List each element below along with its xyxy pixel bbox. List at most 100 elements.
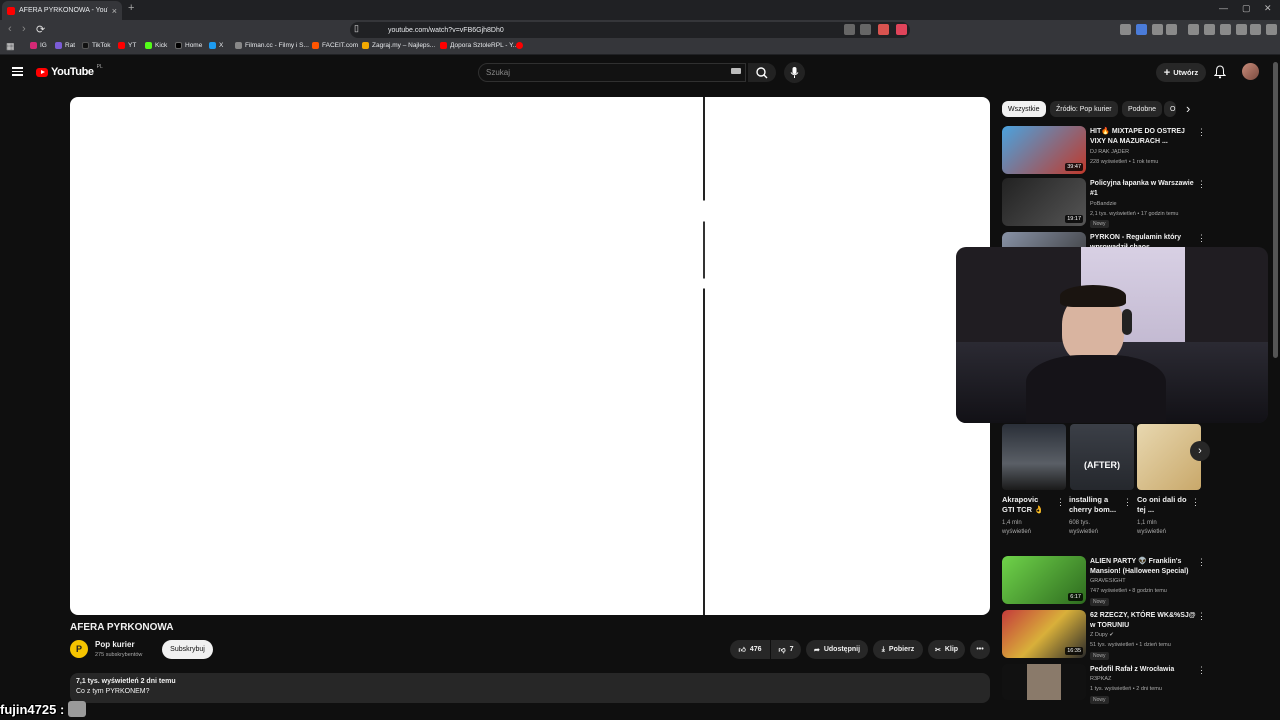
more-options-icon[interactable]: ⋮ <box>1123 497 1132 508</box>
apps-grid-icon[interactable]: ▦ <box>6 41 15 52</box>
chip-source[interactable]: Źródło: Pop kurier <box>1050 101 1118 117</box>
more-actions-button[interactable]: ••• <box>970 640 990 659</box>
bookmark-filman[interactable]: Filman.cc - Filmy i S... <box>235 42 309 49</box>
wallet-icon[interactable] <box>1250 24 1261 35</box>
subscribe-button[interactable]: Subskrybuj <box>162 640 213 659</box>
download-button[interactable]: ⤓ Pobierz <box>873 640 923 659</box>
clip-button[interactable]: ✂ Klip <box>928 640 965 659</box>
back-icon[interactable]: ‹ <box>8 23 12 35</box>
page-scrollbar[interactable] <box>1273 62 1278 358</box>
recommendation-title[interactable]: Policyjna łapanka w Warszawie #1 <box>1090 179 1196 198</box>
brave-shield-icon[interactable] <box>878 24 889 35</box>
menu-icon[interactable] <box>1266 24 1277 35</box>
dislike-count: 7 <box>789 646 794 653</box>
more-options-icon[interactable]: ⋮ <box>1056 497 1065 508</box>
extension-icon[interactable] <box>1152 24 1163 35</box>
new-badge: Nowy <box>1090 598 1109 606</box>
youtube-logo[interactable]: YouTube PL <box>36 64 103 78</box>
extension-icon[interactable] <box>1236 24 1247 35</box>
keyboard-icon[interactable] <box>731 68 741 74</box>
bookmark-x[interactable]: X <box>209 42 223 49</box>
translate-icon <box>209 42 216 49</box>
video-thumbnail[interactable] <box>1002 664 1086 700</box>
extension-icon[interactable] <box>1120 24 1131 35</box>
short-title[interactable]: Co oni dali do tej ... <box>1137 495 1187 515</box>
short-thumbnail[interactable] <box>1002 424 1066 490</box>
chip-more[interactable]: O <box>1164 101 1176 117</box>
video-player[interactable] <box>70 97 990 615</box>
recommendation-title[interactable]: 62 RZECZY, KTÓRE WK&%SJ@ w TORUNIU <box>1090 611 1196 630</box>
search-input[interactable]: Szukaj <box>478 63 746 82</box>
cast-icon[interactable] <box>844 24 855 35</box>
recommendation-channel[interactable]: R3PKAZ <box>1090 676 1111 682</box>
share-button[interactable]: ➦ Udostępnij <box>806 640 868 659</box>
reload-icon[interactable]: ⟳ <box>36 23 45 36</box>
search-button[interactable] <box>748 63 776 82</box>
close-window-icon[interactable]: ✕ <box>1264 3 1272 14</box>
bookmark-sztole[interactable]: Дорога SztoleRPL - Y... <box>440 42 518 49</box>
chip-all[interactable]: Wszystkie <box>1002 101 1046 117</box>
chips-next-icon[interactable]: › <box>1186 101 1190 116</box>
notifications-bell-icon[interactable] <box>1214 65 1226 79</box>
bookmark-tiktok[interactable]: TikTok <box>82 42 111 49</box>
bookmark-extra[interactable] <box>516 42 523 49</box>
extension-icon[interactable] <box>1136 24 1147 35</box>
more-options-icon[interactable]: ⋮ <box>1197 665 1206 676</box>
forward-icon[interactable]: › <box>22 23 26 35</box>
more-options-icon[interactable]: ⋮ <box>1197 233 1206 244</box>
share-icon[interactable] <box>860 24 871 35</box>
more-options-icon[interactable]: ⋮ <box>1197 557 1206 568</box>
bookmark-kick[interactable]: Kick <box>145 42 167 49</box>
browser-tab[interactable]: AFERA PYRKONOWA - YouTube × <box>2 1 122 20</box>
recommendation-channel[interactable]: DJ RAK JĄDER <box>1090 149 1129 155</box>
bookmark-home[interactable]: Home <box>175 42 202 49</box>
like-button[interactable]: 👍︎ 476 <box>730 640 770 659</box>
create-button[interactable]: + Utwórz <box>1156 63 1206 82</box>
bookmark-ig[interactable]: IG <box>30 42 47 49</box>
short-title[interactable]: installing a cherry bom... <box>1069 495 1119 515</box>
recommendation-channel[interactable]: GRAVESIGHT <box>1090 578 1126 584</box>
music-icon[interactable] <box>1188 24 1199 35</box>
bookmark-yt[interactable]: YT <box>118 42 136 49</box>
video-thumbnail[interactable]: 16:35 <box>1002 610 1086 658</box>
new-tab-button[interactable]: + <box>128 2 134 14</box>
address-bar[interactable]: youtube.com/watch?v=vFB6Gjh8Dh0 <box>350 22 910 38</box>
account-avatar[interactable] <box>1242 63 1259 80</box>
minimize-icon[interactable]: — <box>1219 3 1228 13</box>
video-thumbnail[interactable]: 6:17 <box>1002 556 1086 604</box>
more-options-icon[interactable]: ⋮ <box>1191 497 1200 508</box>
recommendation-title[interactable]: ALIEN PARTY 👽 Franklin's Mansion! (Hallo… <box>1090 557 1196 576</box>
short-thumbnail[interactable]: (AFTER) <box>1070 424 1134 490</box>
bookmark-rat[interactable]: Rat <box>55 42 75 49</box>
share-arrow-icon: ➦ <box>813 646 820 654</box>
voice-search-button[interactable] <box>784 62 805 83</box>
bookmark-label: Kick <box>155 42 168 49</box>
bookmark-faceit[interactable]: FACEIT.com <box>312 42 358 49</box>
channel-name[interactable]: Pop kurier <box>95 640 135 649</box>
hamburger-menu-icon[interactable] <box>12 67 23 76</box>
channel-avatar[interactable]: P <box>70 640 88 658</box>
recommendation-channel[interactable]: Z Dupy ✔ <box>1090 632 1114 638</box>
recommendation-title[interactable]: Pedofil Rafał z Wrocławia <box>1090 665 1196 675</box>
tab-close-icon[interactable]: × <box>112 6 117 16</box>
recommendation-channel[interactable]: PoBandzie <box>1090 201 1117 207</box>
shorts-next-icon[interactable]: › <box>1190 441 1210 461</box>
more-options-icon[interactable]: ⋮ <box>1197 179 1206 190</box>
bookmark-icon[interactable]: ▯ <box>354 23 359 34</box>
downloads-icon[interactable] <box>1220 24 1231 35</box>
dislike-button[interactable]: 👎︎ 7 <box>771 640 801 659</box>
extension-icon[interactable] <box>1166 24 1177 35</box>
rewards-icon[interactable] <box>896 24 907 35</box>
faceit-icon <box>312 42 319 49</box>
chip-related[interactable]: Podobne <box>1122 101 1163 117</box>
bookmark-zagraj[interactable]: Zagraj.my – Najleps... <box>362 42 435 49</box>
video-thumbnail[interactable]: 19:17 <box>1002 178 1086 226</box>
short-title[interactable]: Akrapovic GTI TCR 👌 <box>1002 495 1052 515</box>
maximize-icon[interactable]: ▢ <box>1242 3 1251 14</box>
recommendation-title[interactable]: HIT🔥 MIXTAPE DO OSTREJ VIXY NA MAZURACH … <box>1090 127 1196 146</box>
more-options-icon[interactable]: ⋮ <box>1197 127 1206 138</box>
video-thumbnail[interactable]: 39:47 <box>1002 126 1086 174</box>
description-box[interactable] <box>70 673 990 703</box>
more-options-icon[interactable]: ⋮ <box>1197 611 1206 622</box>
sidebar-icon[interactable] <box>1204 24 1215 35</box>
